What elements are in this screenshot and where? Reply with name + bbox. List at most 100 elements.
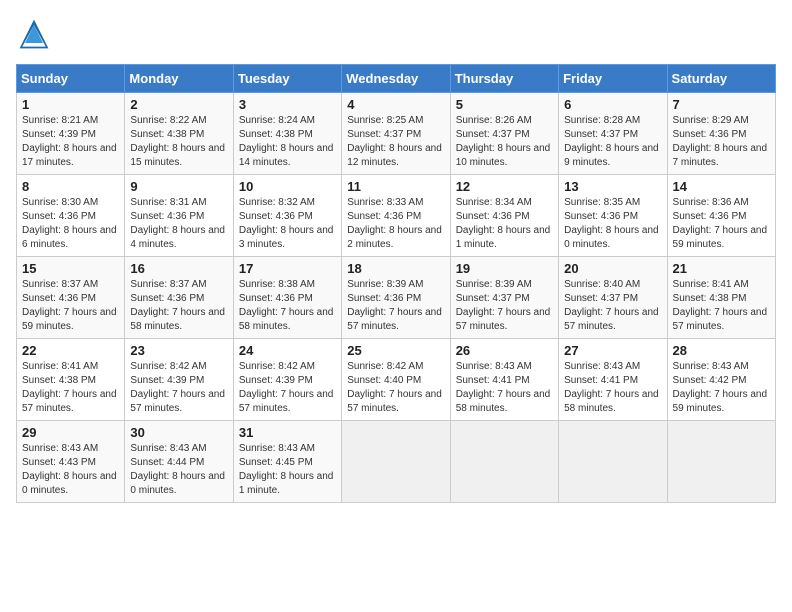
day-number: 22 [22, 343, 119, 358]
day-number: 15 [22, 261, 119, 276]
logo-icon [16, 16, 52, 52]
day-number: 28 [673, 343, 770, 358]
calendar-cell: 3 Sunrise: 8:24 AMSunset: 4:38 PMDaylight… [233, 93, 341, 175]
calendar-cell [342, 421, 450, 503]
calendar-week-4: 22 Sunrise: 8:41 AMSunset: 4:38 PMDayligh… [17, 339, 776, 421]
day-number: 3 [239, 97, 336, 112]
calendar-cell: 8 Sunrise: 8:30 AMSunset: 4:36 PMDaylight… [17, 175, 125, 257]
day-info: Sunrise: 8:43 AMSunset: 4:41 PMDaylight:… [564, 361, 659, 414]
day-info: Sunrise: 8:32 AMSunset: 4:36 PMDaylight:… [239, 197, 334, 250]
day-info: Sunrise: 8:39 AMSunset: 4:37 PMDaylight:… [456, 279, 551, 332]
day-info: Sunrise: 8:34 AMSunset: 4:36 PMDaylight:… [456, 197, 551, 250]
calendar-table: SundayMondayTuesdayWednesdayThursdayFrid… [16, 64, 776, 503]
day-info: Sunrise: 8:26 AMSunset: 4:37 PMDaylight:… [456, 115, 551, 168]
day-info: Sunrise: 8:43 AMSunset: 4:41 PMDaylight:… [456, 361, 551, 414]
day-number: 24 [239, 343, 336, 358]
day-number: 11 [347, 179, 444, 194]
day-header-sunday: Sunday [17, 65, 125, 93]
day-number: 19 [456, 261, 553, 276]
day-info: Sunrise: 8:37 AMSunset: 4:36 PMDaylight:… [130, 279, 225, 332]
calendar-week-3: 15 Sunrise: 8:37 AMSunset: 4:36 PMDayligh… [17, 257, 776, 339]
calendar-cell: 4Sunrise: 8:25 AMSunset: 4:37 PMDaylight… [342, 93, 450, 175]
day-number: 14 [673, 179, 770, 194]
day-number: 16 [130, 261, 227, 276]
day-header-saturday: Saturday [667, 65, 775, 93]
calendar-cell: 24 Sunrise: 8:42 AMSunset: 4:39 PMDayligh… [233, 339, 341, 421]
calendar-cell: 1 Sunrise: 8:21 AMSunset: 4:39 PMDaylight… [17, 93, 125, 175]
day-number: 25 [347, 343, 444, 358]
day-info: Sunrise: 8:39 AMSunset: 4:36 PMDaylight:… [347, 279, 442, 332]
day-number: 18 [347, 261, 444, 276]
day-header-wednesday: Wednesday [342, 65, 450, 93]
calendar-cell: 31 Sunrise: 8:43 AMSunset: 4:45 PMDayligh… [233, 421, 341, 503]
day-number: 2 [130, 97, 227, 112]
calendar-cell: 9 Sunrise: 8:31 AMSunset: 4:36 PMDaylight… [125, 175, 233, 257]
day-number: 1 [22, 97, 119, 112]
day-header-friday: Friday [559, 65, 667, 93]
day-number: 30 [130, 425, 227, 440]
day-info: Sunrise: 8:35 AMSunset: 4:36 PMDaylight:… [564, 197, 659, 250]
day-info: Sunrise: 8:29 AMSunset: 4:36 PMDaylight:… [673, 115, 768, 168]
day-number: 7 [673, 97, 770, 112]
calendar-cell: 14Sunrise: 8:36 AMSunset: 4:36 PMDayligh… [667, 175, 775, 257]
calendar-cell [450, 421, 558, 503]
day-number: 8 [22, 179, 119, 194]
day-info: Sunrise: 8:33 AMSunset: 4:36 PMDaylight:… [347, 197, 442, 250]
calendar-cell: 10 Sunrise: 8:32 AMSunset: 4:36 PMDayligh… [233, 175, 341, 257]
day-number: 26 [456, 343, 553, 358]
day-number: 20 [564, 261, 661, 276]
calendar-cell [667, 421, 775, 503]
day-number: 10 [239, 179, 336, 194]
calendar-cell [559, 421, 667, 503]
day-info: Sunrise: 8:37 AMSunset: 4:36 PMDaylight:… [22, 279, 117, 332]
day-info: Sunrise: 8:41 AMSunset: 4:38 PMDaylight:… [673, 279, 768, 332]
day-number: 9 [130, 179, 227, 194]
day-info: Sunrise: 8:43 AMSunset: 4:43 PMDaylight:… [22, 443, 117, 496]
day-info: Sunrise: 8:43 AMSunset: 4:45 PMDaylight:… [239, 443, 334, 496]
calendar-cell: 7 Sunrise: 8:29 AMSunset: 4:36 PMDaylight… [667, 93, 775, 175]
day-info: Sunrise: 8:43 AMSunset: 4:42 PMDaylight:… [673, 361, 768, 414]
day-info: Sunrise: 8:24 AMSunset: 4:38 PMDaylight:… [239, 115, 334, 168]
calendar-cell: 16 Sunrise: 8:37 AMSunset: 4:36 PMDayligh… [125, 257, 233, 339]
calendar-cell: 22 Sunrise: 8:41 AMSunset: 4:38 PMDayligh… [17, 339, 125, 421]
calendar-cell: 20 Sunrise: 8:40 AMSunset: 4:37 PMDayligh… [559, 257, 667, 339]
day-info: Sunrise: 8:43 AMSunset: 4:44 PMDaylight:… [130, 443, 225, 496]
day-info: Sunrise: 8:21 AMSunset: 4:39 PMDaylight:… [22, 115, 117, 168]
day-info: Sunrise: 8:31 AMSunset: 4:36 PMDaylight:… [130, 197, 225, 250]
day-info: Sunrise: 8:42 AMSunset: 4:39 PMDaylight:… [130, 361, 225, 414]
day-number: 4 [347, 97, 444, 112]
day-number: 6 [564, 97, 661, 112]
day-number: 5 [456, 97, 553, 112]
calendar-cell: 25 Sunrise: 8:42 AMSunset: 4:40 PMDayligh… [342, 339, 450, 421]
day-header-monday: Monday [125, 65, 233, 93]
day-number: 17 [239, 261, 336, 276]
day-info: Sunrise: 8:42 AMSunset: 4:40 PMDaylight:… [347, 361, 442, 414]
day-number: 27 [564, 343, 661, 358]
calendar-cell: 18 Sunrise: 8:39 AMSunset: 4:36 PMDayligh… [342, 257, 450, 339]
calendar-week-1: 1 Sunrise: 8:21 AMSunset: 4:39 PMDaylight… [17, 93, 776, 175]
calendar-cell: 19 Sunrise: 8:39 AMSunset: 4:37 PMDayligh… [450, 257, 558, 339]
calendar-cell: 2 Sunrise: 8:22 AMSunset: 4:38 PMDaylight… [125, 93, 233, 175]
day-number: 23 [130, 343, 227, 358]
header-row: SundayMondayTuesdayWednesdayThursdayFrid… [17, 65, 776, 93]
day-number: 29 [22, 425, 119, 440]
day-info: Sunrise: 8:30 AMSunset: 4:36 PMDaylight:… [22, 197, 117, 250]
day-info: Sunrise: 8:40 AMSunset: 4:37 PMDaylight:… [564, 279, 659, 332]
calendar-cell: 13 Sunrise: 8:35 AMSunset: 4:36 PMDayligh… [559, 175, 667, 257]
day-number: 13 [564, 179, 661, 194]
day-number: 31 [239, 425, 336, 440]
logo [16, 16, 56, 52]
day-info: Sunrise: 8:42 AMSunset: 4:39 PMDaylight:… [239, 361, 334, 414]
calendar-cell: 17 Sunrise: 8:38 AMSunset: 4:36 PMDayligh… [233, 257, 341, 339]
day-info: Sunrise: 8:41 AMSunset: 4:38 PMDaylight:… [22, 361, 117, 414]
calendar-cell: 27 Sunrise: 8:43 AMSunset: 4:41 PMDayligh… [559, 339, 667, 421]
calendar-cell: 29 Sunrise: 8:43 AMSunset: 4:43 PMDayligh… [17, 421, 125, 503]
calendar-week-2: 8 Sunrise: 8:30 AMSunset: 4:36 PMDaylight… [17, 175, 776, 257]
day-info: Sunrise: 8:38 AMSunset: 4:36 PMDaylight:… [239, 279, 334, 332]
calendar-cell: 30 Sunrise: 8:43 AMSunset: 4:44 PMDayligh… [125, 421, 233, 503]
calendar-week-5: 29 Sunrise: 8:43 AMSunset: 4:43 PMDayligh… [17, 421, 776, 503]
calendar-cell: 15 Sunrise: 8:37 AMSunset: 4:36 PMDayligh… [17, 257, 125, 339]
calendar-cell: 21Sunrise: 8:41 AMSunset: 4:38 PMDayligh… [667, 257, 775, 339]
day-info: Sunrise: 8:22 AMSunset: 4:38 PMDaylight:… [130, 115, 225, 168]
day-number: 12 [456, 179, 553, 194]
